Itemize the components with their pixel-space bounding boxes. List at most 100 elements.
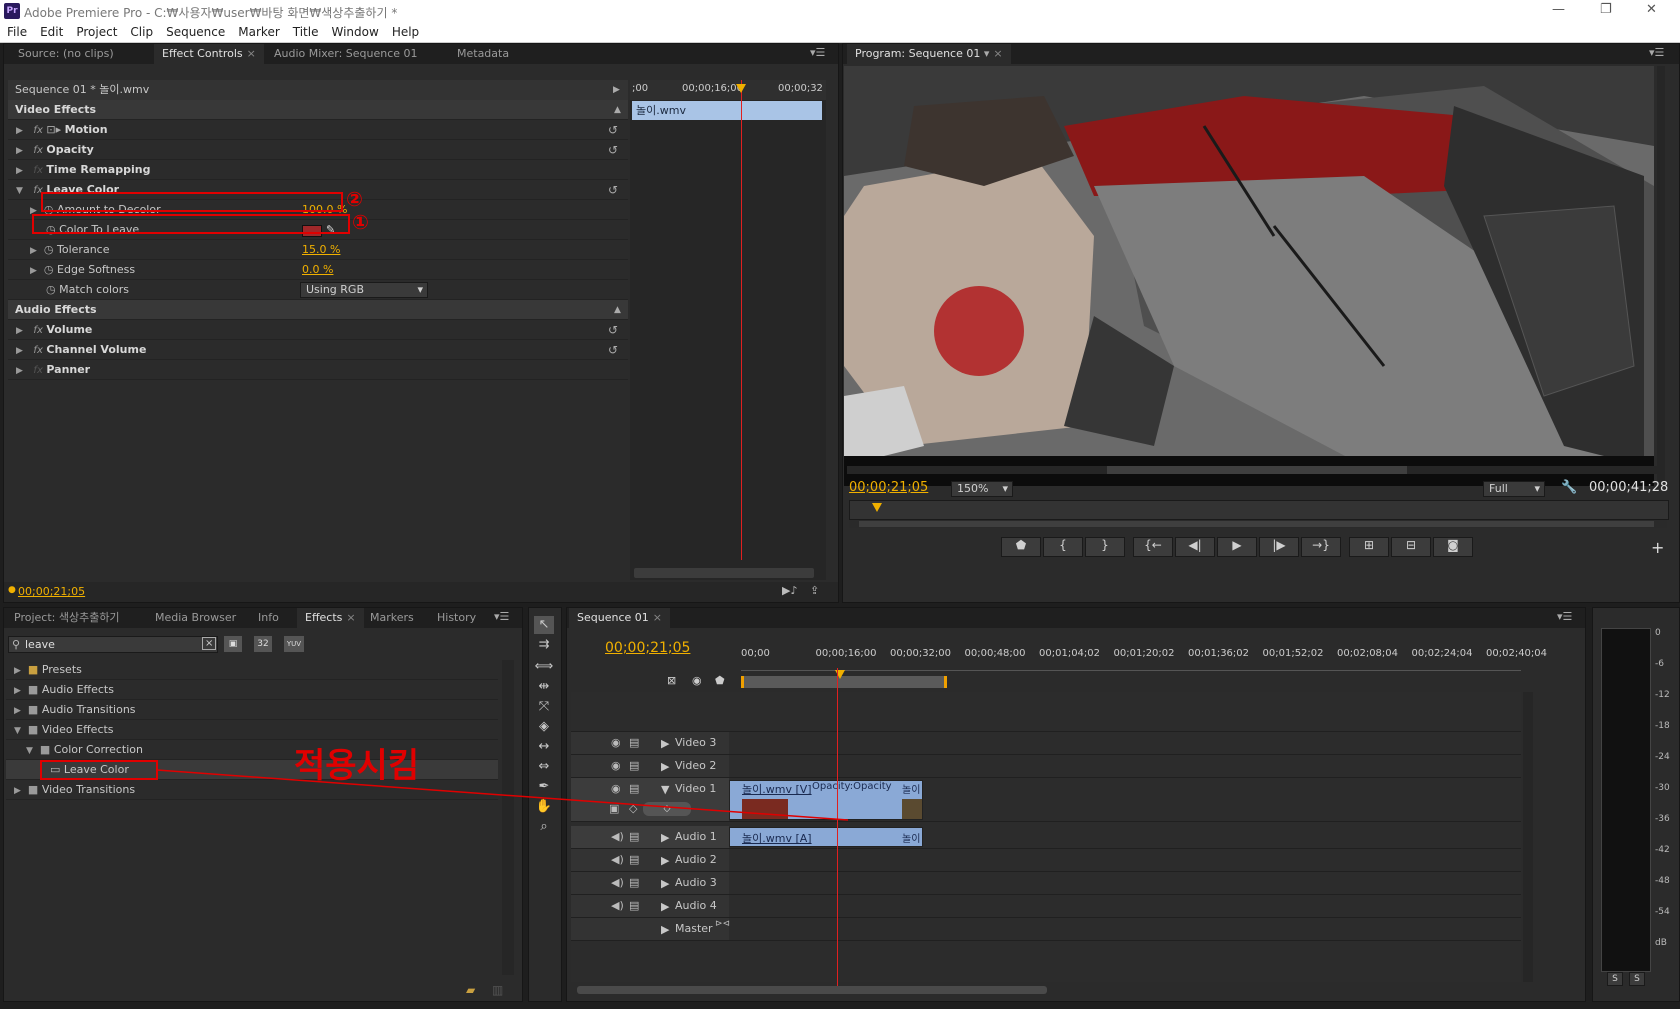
- wrench-icon[interactable]: 🔧: [1561, 480, 1577, 495]
- expand-icon[interactable]: ▶: [661, 877, 669, 890]
- close-icon[interactable]: ×: [993, 47, 1002, 60]
- extract-button[interactable]: ⊟: [1391, 537, 1431, 557]
- menu-title[interactable]: Title: [286, 22, 325, 39]
- speaker-icon[interactable]: ◀): [611, 853, 624, 866]
- effect-channel-volume[interactable]: ▶ fx Channel Volume ↺: [8, 340, 628, 360]
- tab-info[interactable]: Info: [250, 608, 287, 628]
- fx-icon[interactable]: fx: [33, 345, 42, 356]
- close-icon[interactable]: ×: [247, 47, 256, 60]
- quality-dropdown[interactable]: Full ▾: [1483, 481, 1545, 497]
- tab-effect-controls[interactable]: Effect Controls ×: [154, 44, 264, 64]
- collapse-icon[interactable]: ▼: [16, 181, 23, 201]
- program-hscroll-thumb[interactable]: [1107, 466, 1407, 474]
- reset-icon[interactable]: ↺: [608, 320, 618, 340]
- expand-icon[interactable]: ▶: [16, 161, 23, 181]
- expand-icon[interactable]: ▶: [16, 321, 23, 341]
- clear-search-icon[interactable]: ×: [202, 637, 217, 650]
- expand-icon[interactable]: ▶: [661, 737, 669, 750]
- video-clip-fx-label[interactable]: Opacity:Opacity: [812, 781, 892, 792]
- expand-icon[interactable]: ▶: [16, 121, 23, 141]
- effect-clip-bar[interactable]: 놀이.wmv: [632, 101, 822, 120]
- timeline-ruler[interactable]: 00;00 00;00;16;00 00;00;32;00 00;00;48;00 00…: [741, 648, 1547, 668]
- export-frame-button[interactable]: ◙: [1433, 537, 1473, 557]
- minimize-button[interactable]: —: [1552, 2, 1565, 17]
- menu-edit[interactable]: Edit: [33, 22, 69, 39]
- effects-search-field[interactable]: ⚲ ×: [8, 636, 218, 653]
- add-button-icon[interactable]: +: [1651, 538, 1664, 557]
- step-back-button[interactable]: ◀|: [1175, 537, 1215, 557]
- reset-icon[interactable]: ↺: [608, 340, 618, 360]
- effect-timeline-scrollbar[interactable]: [634, 568, 814, 578]
- reset-icon[interactable]: ↺: [608, 120, 618, 140]
- tab-source[interactable]: Source: (no clips): [10, 44, 122, 64]
- collapse-icon[interactable]: ▲: [614, 300, 621, 320]
- effects-search-input[interactable]: [25, 637, 195, 652]
- sync-lock-icon[interactable]: ▤: [629, 876, 639, 889]
- tab-markers[interactable]: Markers: [362, 608, 422, 628]
- edge-softness-value[interactable]: 0.0 %: [302, 260, 333, 280]
- snap-icon[interactable]: ⊠: [667, 674, 676, 687]
- solo-right-button[interactable]: S: [1629, 972, 1645, 986]
- reset-icon[interactable]: ↺: [608, 180, 618, 200]
- playhead-icon[interactable]: [736, 84, 746, 93]
- play-clip-icon[interactable]: ▶: [613, 80, 620, 100]
- panel-menu-icon[interactable]: ▾☰: [1557, 610, 1572, 623]
- sync-lock-icon[interactable]: ▤: [629, 830, 639, 843]
- solo-left-button[interactable]: S: [1607, 972, 1623, 986]
- menu-file[interactable]: File: [0, 22, 33, 39]
- tab-sequence[interactable]: Sequence 01 ×: [569, 608, 670, 628]
- expand-icon[interactable]: ▶: [661, 854, 669, 867]
- tree-item-video-transitions[interactable]: ▶ ■ Video Transitions: [6, 780, 498, 800]
- eye-icon[interactable]: ◉: [611, 759, 621, 772]
- expand-icon[interactable]: ▶: [30, 261, 37, 281]
- menu-clip[interactable]: Clip: [123, 22, 159, 39]
- export-icon[interactable]: ⇪: [810, 584, 819, 597]
- expand-icon[interactable]: ▶: [661, 760, 669, 773]
- expand-icon[interactable]: ▶: [16, 341, 23, 361]
- stopwatch-icon[interactable]: ◷: [44, 263, 54, 276]
- audio-icon[interactable]: ▶♪: [782, 584, 797, 597]
- audio-clip[interactable]: 놀이.wmv [A] 놀이: [729, 827, 923, 847]
- tolerance-value[interactable]: 15.0 %: [302, 240, 340, 260]
- match-colors-dropdown[interactable]: Using RGB ▾: [300, 282, 428, 298]
- fx-icon[interactable]: fx: [33, 145, 42, 156]
- tab-effects[interactable]: Effects ×: [297, 608, 364, 628]
- expand-icon[interactable]: ▶: [16, 141, 23, 161]
- program-hscroll[interactable]: [847, 466, 1657, 474]
- expand-icon[interactable]: ▶: [30, 241, 37, 261]
- expand-icon[interactable]: ▶: [14, 661, 21, 681]
- eye-icon[interactable]: ◉: [611, 736, 621, 749]
- pen-tool-icon[interactable]: ✒: [534, 778, 554, 796]
- selection-tool-icon[interactable]: ↖: [534, 616, 554, 634]
- effect-panner[interactable]: ▶ fx Panner: [8, 360, 628, 380]
- panel-menu-icon[interactable]: ▾☰: [1649, 46, 1664, 59]
- program-vscroll[interactable]: [1657, 66, 1665, 486]
- sync-lock-icon[interactable]: ▤: [629, 853, 639, 866]
- program-current-time[interactable]: 00;00;21;05: [849, 480, 928, 495]
- accelerated-effects-icon[interactable]: ▣: [224, 636, 242, 652]
- new-bin-icon[interactable]: ▰: [466, 983, 475, 997]
- close-button[interactable]: ✕: [1646, 2, 1657, 17]
- tree-item-audio-transitions[interactable]: ▶ ■ Audio Transitions: [6, 700, 498, 720]
- play-button[interactable]: ▶: [1217, 537, 1257, 557]
- menu-sequence[interactable]: Sequence: [159, 22, 231, 39]
- program-time-ruler[interactable]: [849, 500, 1669, 520]
- step-forward-button[interactable]: |▶: [1259, 537, 1299, 557]
- eye-icon[interactable]: ◉: [611, 782, 621, 795]
- keyframe-nav-icon[interactable]: ◇: [643, 802, 691, 816]
- mark-out-button[interactable]: }: [1085, 537, 1125, 557]
- panel-menu-icon[interactable]: ▾☰: [494, 610, 509, 623]
- speaker-icon[interactable]: ◀): [611, 876, 624, 889]
- razor-tool-icon[interactable]: ◈: [534, 718, 554, 736]
- effects-tree-scrollbar[interactable]: [502, 660, 514, 975]
- tree-item-presets[interactable]: ▶ ■ Presets: [6, 660, 498, 680]
- timeline-vscroll[interactable]: [1523, 692, 1533, 982]
- menu-help[interactable]: Help: [385, 22, 425, 39]
- yuv-effects-badge[interactable]: YUV: [284, 636, 304, 652]
- expand-icon[interactable]: ▶: [14, 701, 21, 721]
- set-encore-marker-icon[interactable]: ◉: [692, 674, 702, 687]
- tree-item-color-correction[interactable]: ▼ ■ Color Correction: [6, 740, 498, 760]
- rate-stretch-tool-icon[interactable]: ⤧: [534, 698, 554, 716]
- expand-icon[interactable]: ▶: [16, 361, 23, 381]
- tab-media-browser[interactable]: Media Browser: [147, 608, 244, 628]
